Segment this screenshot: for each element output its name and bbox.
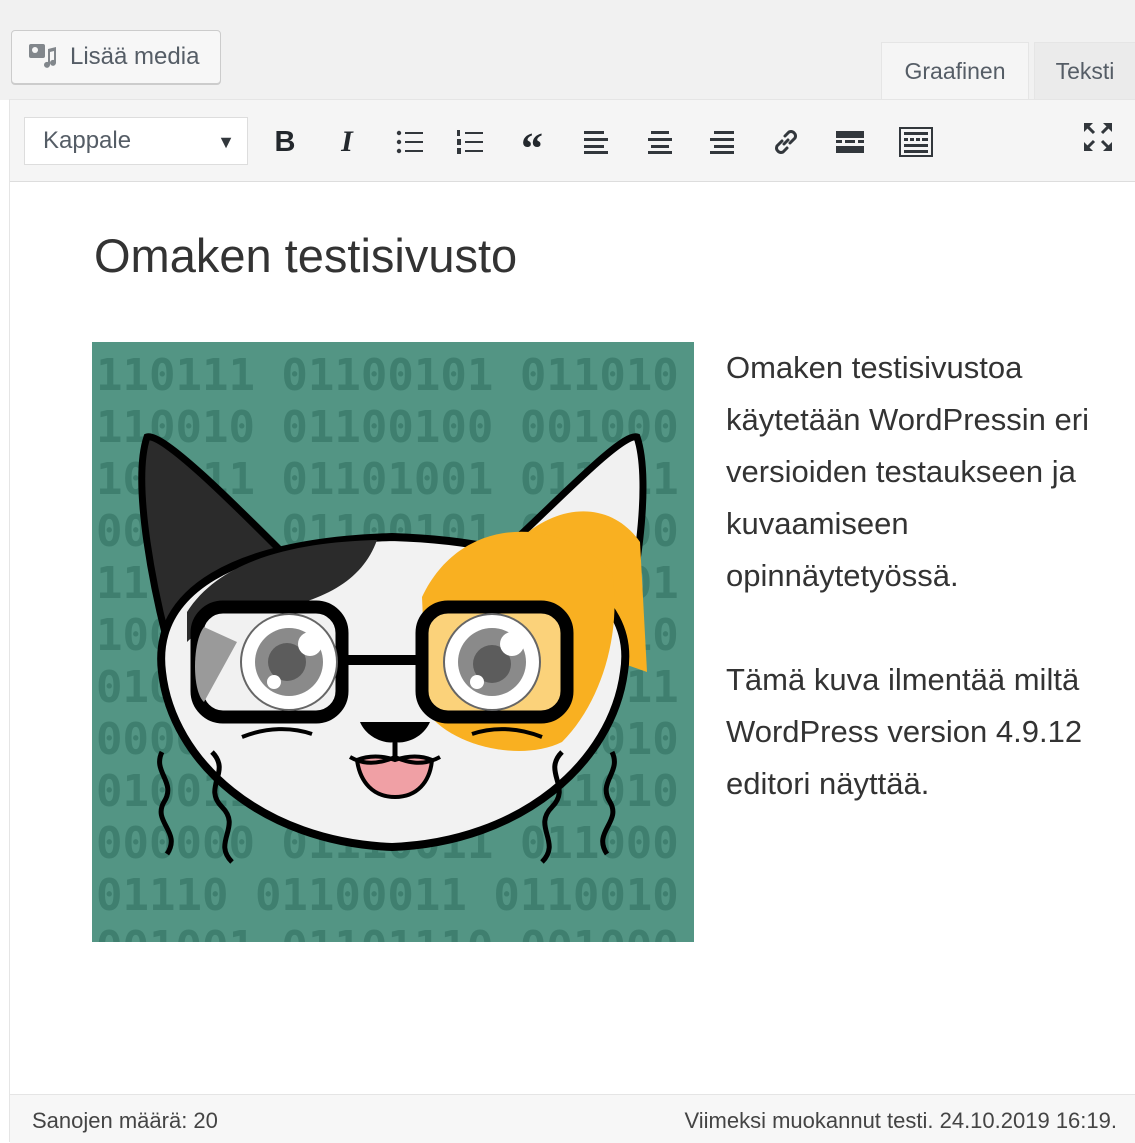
bold-icon: B: [274, 125, 296, 158]
binary-row: 110111 01100101 011010: [96, 350, 679, 401]
numbered-list-icon: [457, 130, 483, 154]
align-center-icon: [648, 131, 672, 154]
last-edited-info: Viimeksi muokannut testi. 24.10.2019 16:…: [684, 1108, 1117, 1133]
formatting-toolbar: Kappale ▼ B I “: [10, 100, 1135, 182]
align-left-button[interactable]: [574, 120, 618, 164]
paragraph-1: Omaken testisivustoa käytetään WordPress…: [726, 350, 1089, 593]
post-image[interactable]: 110111 01100101 011010 110010 01100100 00…: [92, 342, 694, 942]
status-bar: Sanojen määrä: 20 Viimeksi muokannut tes…: [10, 1094, 1135, 1143]
italic-button[interactable]: I: [325, 120, 369, 164]
word-count: Sanojen määrä: 20: [32, 1108, 218, 1133]
toolbar-toggle-button[interactable]: [894, 120, 938, 164]
bold-button[interactable]: B: [263, 120, 307, 164]
align-center-button[interactable]: [638, 120, 682, 164]
blockquote-button[interactable]: “: [510, 120, 554, 171]
paragraph-2: Tämä kuva ilmentää miltä WordPress versi…: [726, 662, 1083, 801]
page-title: Omaken testisivusto: [94, 229, 518, 282]
link-icon: [775, 130, 797, 154]
post-body-text: Omaken testisivustoa käytetään WordPress…: [726, 342, 1126, 862]
tab-text[interactable]: Teksti: [1034, 42, 1135, 100]
paragraph-format-select[interactable]: Kappale ▼: [24, 117, 248, 165]
binary-row: 110010 01100100 001000: [96, 402, 679, 453]
cat-illustration: 110111 01100101 011010110010 01100100 00…: [92, 342, 694, 942]
dropdown-caret-icon: ▼: [217, 132, 235, 152]
bulleted-list-button[interactable]: [388, 120, 432, 164]
format-select-value: Kappale: [43, 127, 132, 154]
align-right-button[interactable]: [700, 120, 744, 164]
binary-row: 001001 01101110 001000: [96, 922, 679, 942]
editor-content[interactable]: Omaken testisivusto 110111 01100101 0110…: [10, 182, 1135, 1094]
fullscreen-icon: [1084, 123, 1112, 151]
binary-row: 01110 01100011 0110010: [96, 870, 679, 921]
italic-icon: I: [341, 125, 353, 158]
toolbar-toggle-icon: [899, 127, 933, 157]
numbered-list-button[interactable]: [448, 120, 492, 164]
fullscreen-button[interactable]: [1076, 115, 1120, 159]
add-media-button[interactable]: Lisää media: [11, 30, 221, 84]
align-right-icon: [710, 131, 734, 154]
media-icon: [29, 44, 56, 68]
tab-visual[interactable]: Graafinen: [881, 42, 1029, 100]
editor-tools-bar: Lisää media Graafinen Teksti: [0, 0, 1135, 100]
read-more-icon: [836, 131, 864, 153]
bulleted-list-icon: [396, 130, 423, 154]
read-more-button[interactable]: [828, 120, 872, 164]
align-left-icon: [584, 131, 608, 154]
blockquote-icon: “: [521, 124, 543, 173]
add-media-label: Lisää media: [70, 43, 200, 70]
insert-link-button[interactable]: [764, 120, 808, 164]
